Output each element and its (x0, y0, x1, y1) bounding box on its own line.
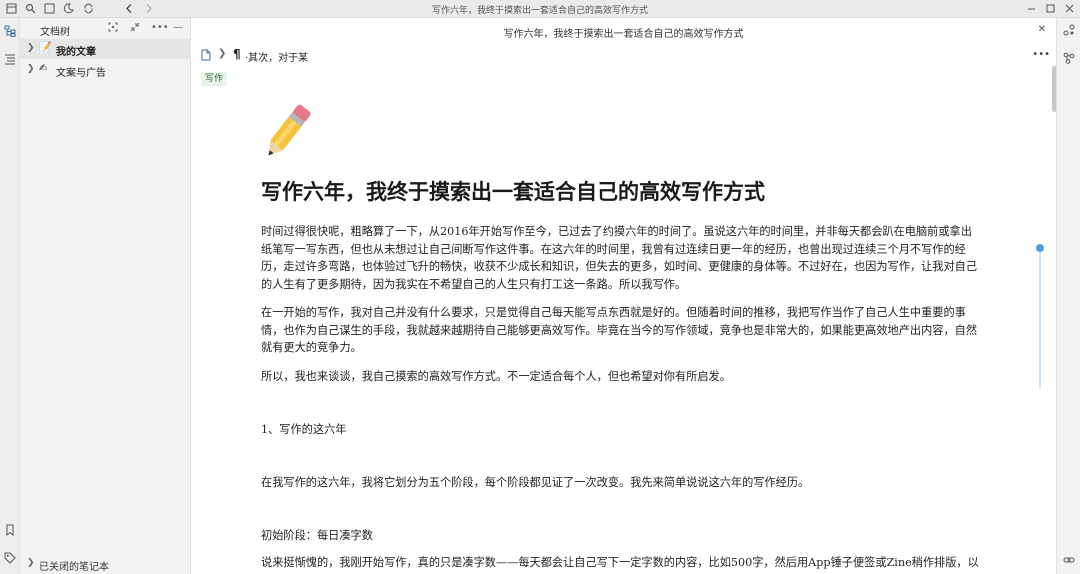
relation-graph-icon[interactable] (1062, 52, 1076, 66)
bookmark-icon[interactable] (4, 524, 16, 537)
paragraph[interactable]: 1、写作的这六年 (261, 421, 984, 439)
document-title: 写作六年，我终于摸索出一套适合自己的高效写作方式 (261, 179, 765, 204)
minimize-panel-icon[interactable]: — (173, 22, 183, 33)
more-options-icon[interactable]: ••• (1032, 49, 1050, 60)
chevron-right-icon[interactable]: ❯ (27, 43, 35, 53)
paragraph-line: 情，也作为自己谋生的手段，我就越来越期待自己能够更高效写作。毕竟在当今的写作领域… (261, 323, 978, 337)
writing-hand-emoji-icon: ✍ (39, 63, 48, 74)
tab-close-icon[interactable]: ✕ (1038, 24, 1046, 35)
pencil-icon (255, 100, 319, 164)
paragraph-line: 初始阶段：每日凑字数 (261, 529, 373, 542)
collapse-icon[interactable] (130, 22, 140, 35)
paragraph[interactable]: 说来挺惭愧的，我刚开始写作，真的只是凑字数——每天都会让自己写下一定字数的内容，… (261, 554, 984, 572)
chevron-right-icon[interactable]: ❯ (27, 64, 35, 74)
close-icon[interactable] (1063, 3, 1075, 15)
paragraph-line: 时间过得很快呢，粗略算了一下，从2016年开始写作至今，已过去了约摸六年的时间了… (261, 225, 972, 238)
document-tree-header: 文档树 ••• — (20, 18, 190, 38)
paragraph-line: 就有更大的竞争力。 (261, 341, 362, 354)
notebook-emoji-icon: 📝 (39, 42, 52, 53)
document-icon[interactable] (201, 49, 211, 64)
outline-track (1039, 248, 1041, 388)
paragraph-line: 1、写作的这六年 (261, 423, 347, 436)
tab-title[interactable]: 写作六年，我终于摸索出一套适合自己的高效写作方式 (191, 25, 1056, 40)
paragraph-line: 历，走过许多弯路，也体验过飞升的畅快，收获不少成长和知识，但失去的更多，如时间、… (261, 260, 978, 273)
link-icon[interactable] (1062, 554, 1076, 568)
paragraph[interactable]: 在一开始的写作，我对自己并没有什么要求，只是觉得自己每天能写点东西就是好的。但随… (261, 304, 984, 357)
tag-icon[interactable] (4, 552, 16, 564)
editor-area: 写作六年，我终于摸索出一套适合自己的高效写作方式 ✕ ❯ ¶ ·其次，对于某 •… (191, 18, 1056, 574)
right-dock (1056, 18, 1080, 574)
outline-position-indicator[interactable] (1036, 244, 1044, 252)
paragraph-icon[interactable]: ¶ (233, 47, 241, 61)
minimize-icon[interactable] (1025, 3, 1037, 15)
window-title: 写作六年，我终于摸索出一套适合自己的高效写作方式 (431, 6, 648, 16)
paragraph-line: 的人生有了更多期待，因为我实在不希望自己的人生只有打工这一条路。所以我写作。 (261, 277, 687, 291)
paragraph[interactable]: 在我写作的这六年，我将它划分为五个阶段，每个阶段都见证了一次改变。我先来简单说说… (261, 474, 984, 492)
graph-icon[interactable] (1062, 24, 1076, 38)
outline-icon[interactable] (4, 53, 16, 65)
file-tree-icon[interactable] (4, 25, 16, 37)
restore-icon[interactable] (1044, 3, 1056, 15)
paragraph-line: 所以，我也来谈谈，我自己摸索的高效写作方式。不一定适合每个人，但也希望对你有所启… (261, 370, 731, 383)
focus-icon[interactable] (108, 22, 118, 35)
paragraph[interactable]: 初始阶段：每日凑字数 (261, 527, 984, 545)
document-tree-panel: 文档树 ••• — ❯ 📝 我的文章 ❯ ✍ 文案与广告 ❯ 已关闭的笔记本 (20, 18, 191, 574)
chevron-right-icon[interactable]: ❯ (27, 558, 35, 568)
paragraph[interactable]: 时间过得很快呢，粗略算了一下，从2016年开始写作至今，已过去了约摸六年的时间了… (261, 223, 984, 293)
tree-item-copywriting[interactable]: ❯ ✍ 文案与广告 (20, 60, 191, 80)
window-titlebar: 写作六年，我终于摸索出一套适合自己的高效写作方式 (0, 0, 1080, 18)
paragraph-line: 在一开始的写作，我对自己并没有什么要求，只是觉得自己每天能写点东西就是好的。但随… (261, 306, 966, 319)
tree-item-label: 我的文章 (56, 47, 96, 58)
tree-item-my-articles[interactable]: ❯ 📝 我的文章 (20, 39, 191, 59)
paragraph-line: 纸笔写一写东西，但也从未想过让自己间断写作这件事。在这六年的时间里，我曾有过连续… (261, 242, 966, 256)
paragraph[interactable]: 所以，我也来谈谈，我自己摸索的高效写作方式。不一定适合每个人，但也希望对你有所启… (261, 368, 984, 386)
paragraph-line: 说来挺惭愧的，我刚开始写作，真的只是凑字数——每天都会让自己写下一定字数的内容，… (261, 556, 979, 569)
closed-notebooks[interactable]: ❯ 已关闭的笔记本 (20, 556, 191, 573)
document-tree-title: 文档树 (40, 27, 70, 38)
breadcrumb-text[interactable]: ·其次，对于某 (245, 49, 308, 64)
tree-item-label: 文案与广告 (56, 68, 106, 79)
left-dock (0, 18, 20, 574)
more-icon[interactable]: ••• (151, 22, 169, 33)
document-tag[interactable]: 写作 (201, 72, 228, 86)
closed-notebooks-label: 已关闭的笔记本 (39, 562, 109, 573)
chevron-right-icon: ❯ (218, 48, 227, 59)
paragraph-line: 在我写作的这六年，我将它划分为五个阶段，每个阶段都见证了一次改变。我先来简单说说… (261, 476, 810, 489)
